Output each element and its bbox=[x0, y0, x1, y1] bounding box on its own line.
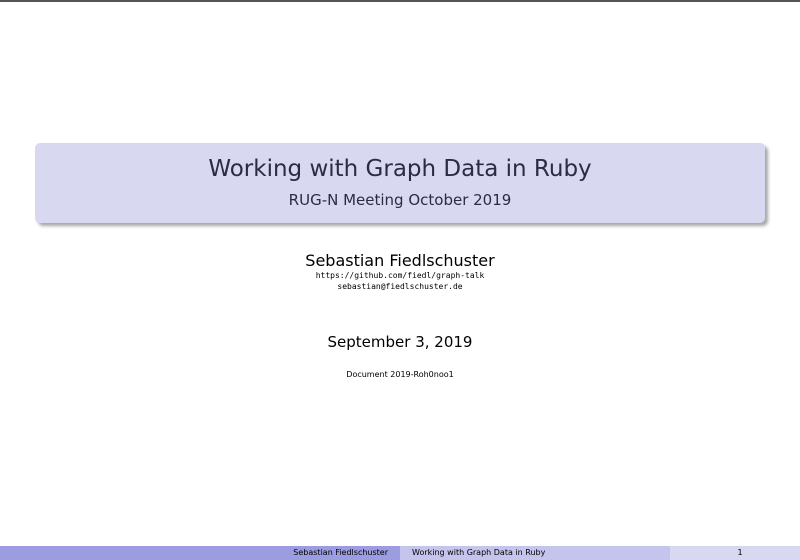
slide-subtitle: RUG-N Meeting October 2019 bbox=[288, 191, 512, 209]
footer-author: Sebastian Fiedlschuster bbox=[0, 546, 400, 560]
author-email: sebastian@fiedlschuster.de bbox=[337, 282, 463, 291]
presentation-date: September 3, 2019 bbox=[327, 333, 473, 351]
title-box: Working with Graph Data in Ruby RUG-N Me… bbox=[35, 143, 765, 223]
slide-title: Working with Graph Data in Ruby bbox=[208, 156, 592, 182]
footer-bar: Sebastian Fiedlschuster Working with Gra… bbox=[0, 546, 800, 560]
top-rule bbox=[0, 0, 800, 2]
author-name: Sebastian Fiedlschuster bbox=[305, 251, 495, 270]
document-id: Document 2019-Roh0noo1 bbox=[346, 370, 454, 379]
footer-title: Working with Graph Data in Ruby bbox=[400, 546, 670, 560]
author-block: Sebastian Fiedlschuster https://github.c… bbox=[0, 252, 800, 292]
footer-page-number: 1 bbox=[670, 546, 800, 560]
repo-url: https://github.com/fiedl/graph-talk bbox=[315, 271, 485, 280]
